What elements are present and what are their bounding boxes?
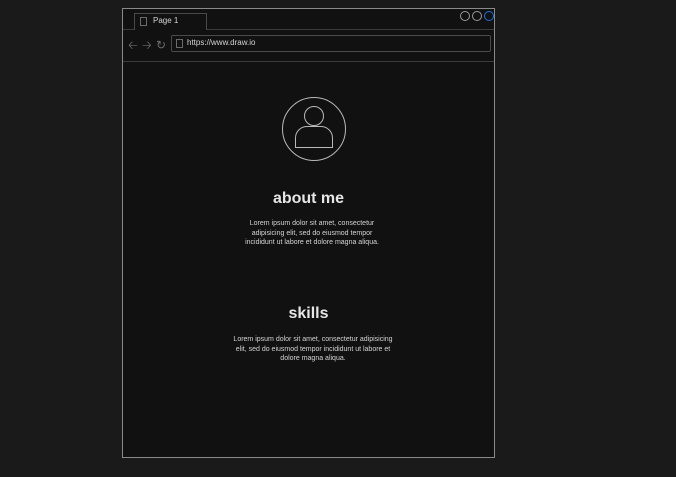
url-text: https://www.draw.io xyxy=(187,38,256,47)
tab-page-1[interactable]: Page 1 xyxy=(134,13,207,30)
skills-heading: skills xyxy=(288,305,329,322)
reload-icon[interactable]: ↻ xyxy=(156,39,166,51)
about-text: Lorem ipsum dolor sit amet, consectetur … xyxy=(245,220,379,246)
avatar-head xyxy=(304,106,324,126)
window-button-2-icon[interactable] xyxy=(472,11,482,21)
window-button-3-icon[interactable] xyxy=(484,11,494,21)
tab-label: Page 1 xyxy=(153,16,179,25)
tab-bar: Page 1 xyxy=(123,9,494,30)
browser-toolbar: 🡠 🡢 ↻ https://www.draw.io xyxy=(123,30,494,62)
page-icon xyxy=(176,39,183,48)
window-button-1-icon[interactable] xyxy=(460,11,470,21)
address-bar[interactable]: https://www.draw.io xyxy=(171,35,491,52)
avatar-body xyxy=(295,126,333,148)
browser-window: Page 1 🡠 🡢 ↻ https://www.draw.io about m… xyxy=(122,8,495,458)
back-arrow-icon[interactable]: 🡠 xyxy=(128,39,138,51)
avatar-icon xyxy=(282,97,346,161)
page-icon xyxy=(140,17,147,26)
forward-arrow-icon[interactable]: 🡢 xyxy=(142,39,152,51)
about-heading: about me xyxy=(272,190,345,207)
skills-text: Lorem ipsum dolor sit amet, consectetur … xyxy=(233,336,393,362)
